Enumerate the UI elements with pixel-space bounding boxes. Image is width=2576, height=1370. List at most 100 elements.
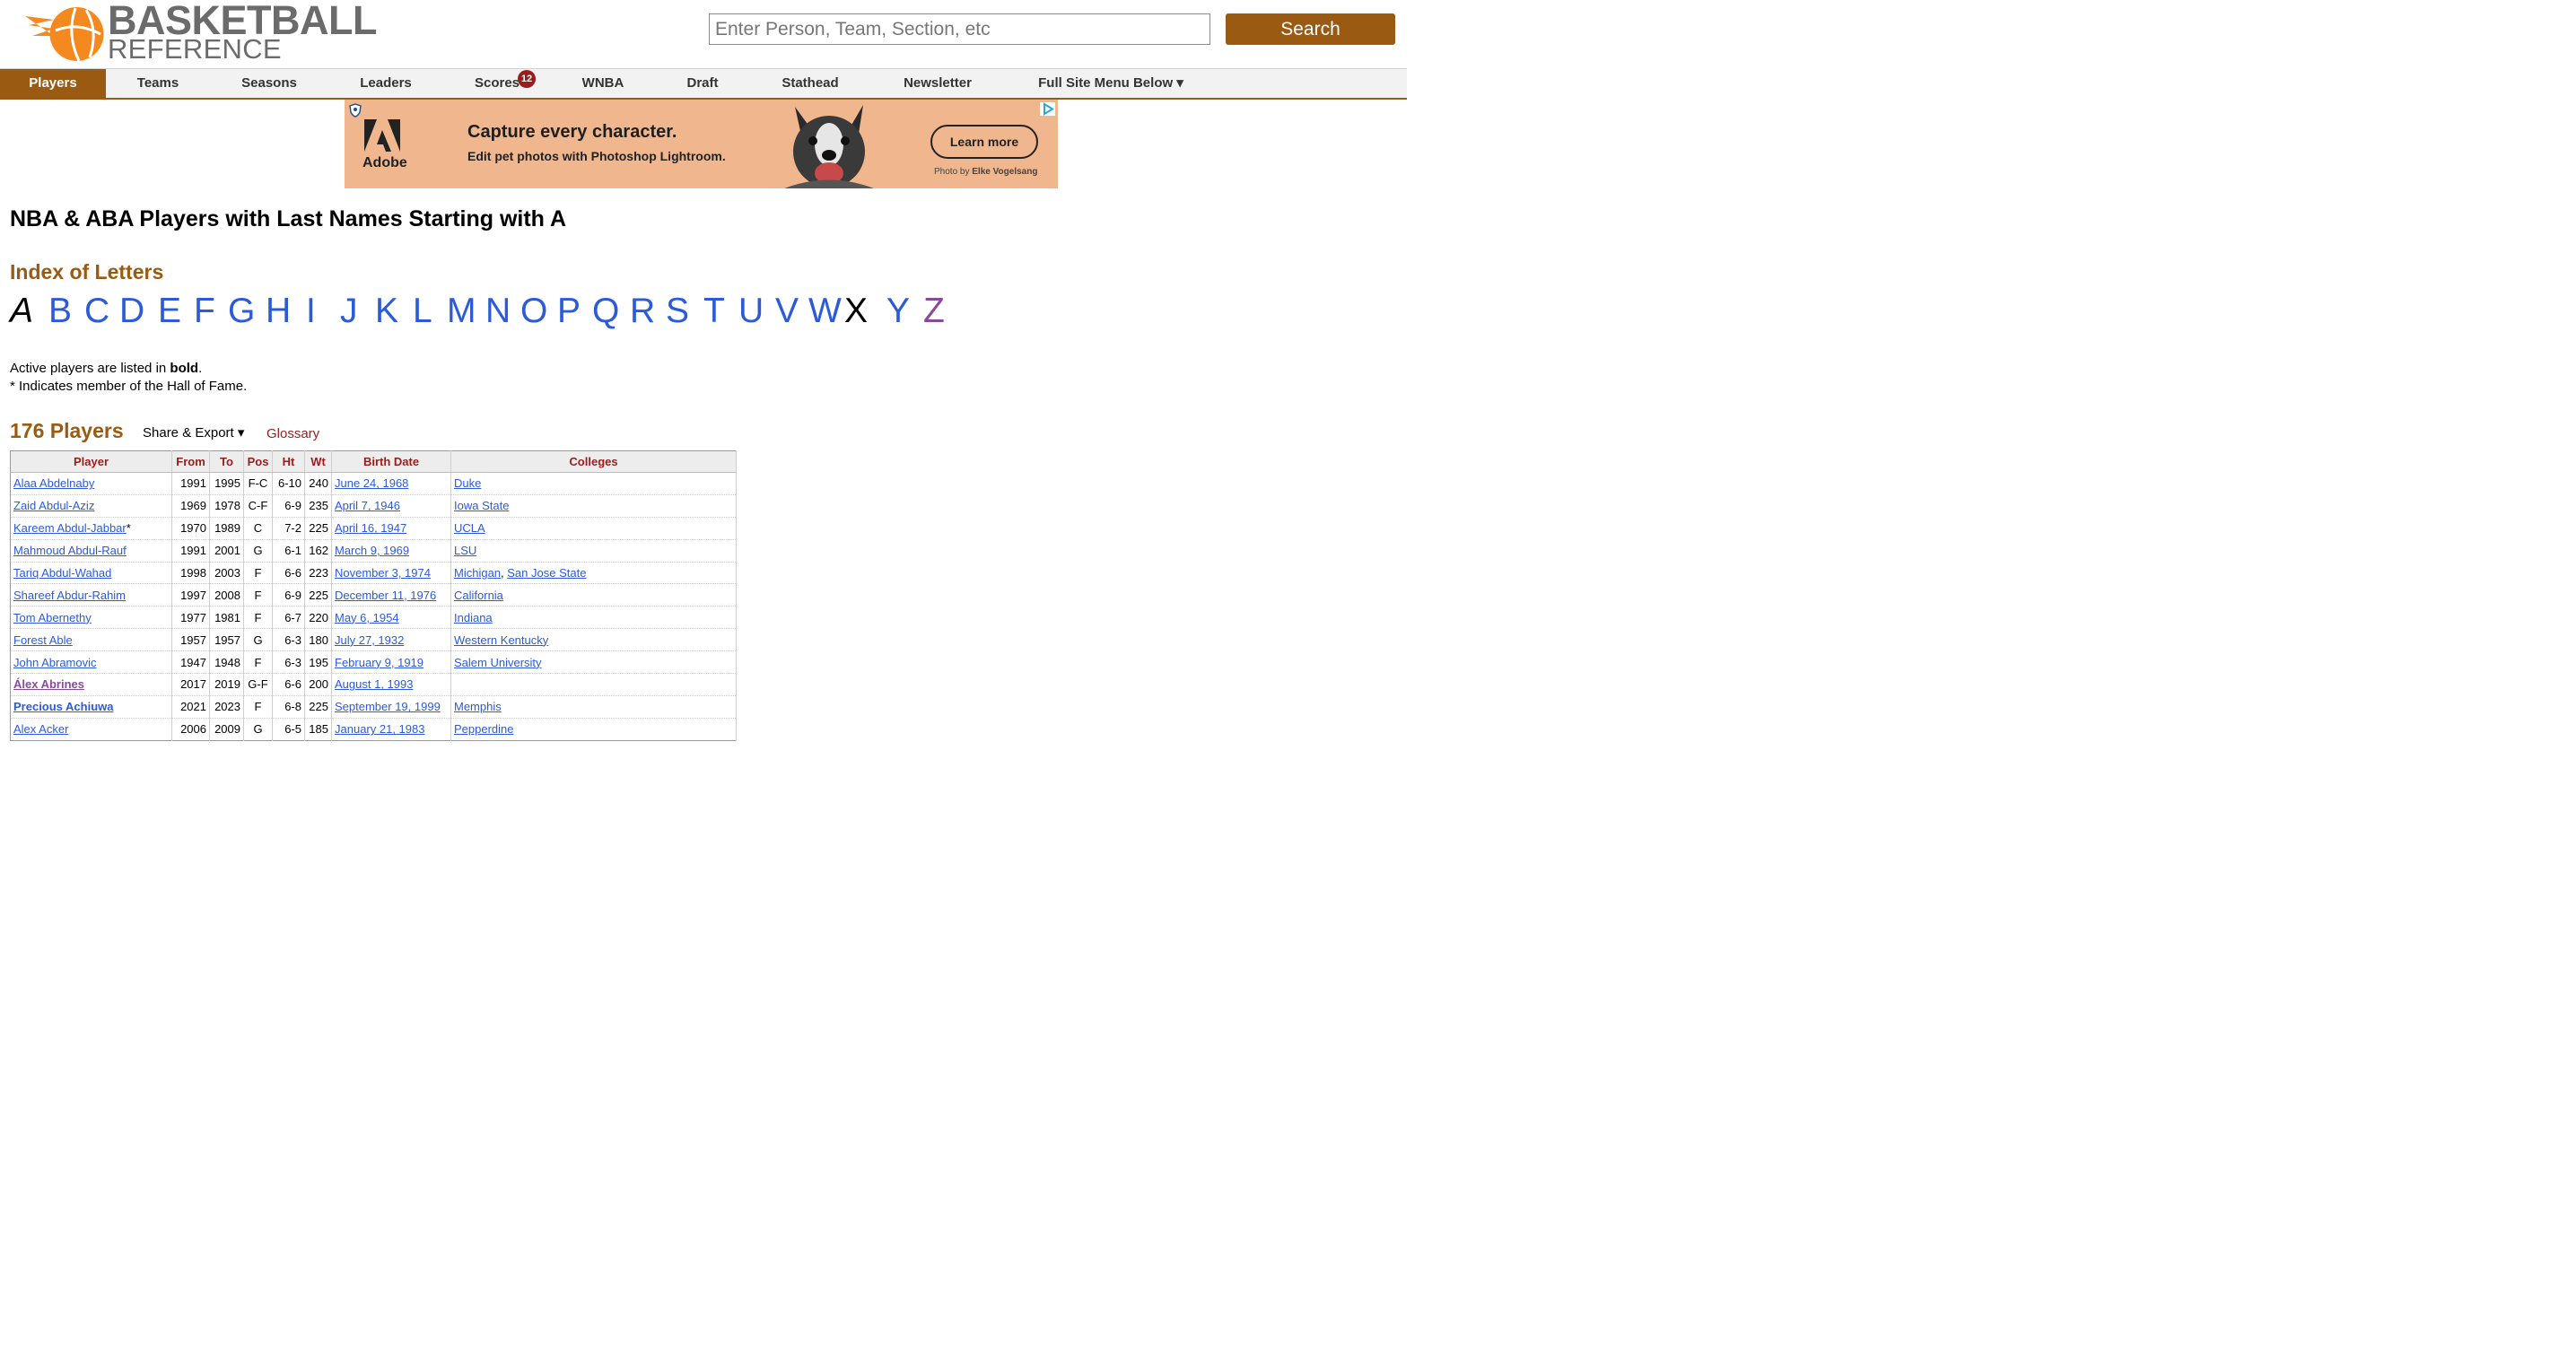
ad-learn-more-button[interactable]: Learn more (930, 125, 1038, 159)
letter-link-o[interactable]: O (520, 292, 547, 331)
letter-link-d[interactable]: D (119, 292, 144, 331)
nav-item-full-site-menu[interactable]: Full Site Menu Below ▾ (1023, 69, 1199, 99)
colleges-cell: Western Kentucky (450, 628, 737, 652)
birth-date-link[interactable]: August 1, 1993 (335, 677, 413, 691)
birth-date-cell: February 9, 1919 (331, 650, 451, 675)
letter-link-h[interactable]: H (266, 292, 291, 331)
share-export-menu[interactable]: Share & Export ▾ (143, 424, 244, 441)
letter-link-c[interactable]: C (84, 292, 109, 331)
letter-link-t[interactable]: T (703, 292, 725, 331)
player-link[interactable]: Precious Achiuwa (13, 700, 114, 713)
site-header: BASKETBALL REFERENCE Search (0, 0, 1407, 68)
letter-link-j[interactable]: J (340, 292, 358, 331)
letter-link-y[interactable]: Y (886, 292, 910, 331)
header-ht[interactable]: Ht (272, 450, 305, 473)
pos-cell: F (243, 562, 273, 585)
letter-link-i[interactable]: I (306, 292, 316, 331)
player-link[interactable]: Forest Able (13, 633, 73, 647)
letter-link-u[interactable]: U (738, 292, 764, 331)
header-wt[interactable]: Wt (304, 450, 332, 473)
letter-link-l[interactable]: L (413, 292, 432, 331)
nav-item-newsletter[interactable]: Newsletter (886, 69, 989, 99)
nav-item-leaders[interactable]: Leaders (332, 69, 440, 99)
nav-item-stathead[interactable]: Stathead (764, 69, 856, 99)
college-link[interactable]: Pepperdine (454, 722, 514, 736)
note-bold: bold (170, 361, 199, 376)
adchoices-play-icon[interactable] (1040, 102, 1055, 116)
wt-cell: 162 (304, 539, 332, 563)
player-link[interactable]: Mahmoud Abdul-Rauf (13, 544, 127, 557)
advertisement-banner[interactable]: Adobe Capture every character. Edit pet … (345, 100, 1058, 188)
birth-date-link[interactable]: December 11, 1976 (335, 589, 436, 602)
player-link[interactable]: Álex Abrines (13, 677, 84, 691)
glossary-link[interactable]: Glossary (266, 426, 319, 441)
nav-item-seasons[interactable]: Seasons (215, 69, 323, 99)
letter-link-p[interactable]: P (557, 292, 581, 331)
page-title: NBA & ABA Players with Last Names Starti… (10, 206, 567, 231)
header-to[interactable]: To (209, 450, 244, 473)
college-link[interactable]: UCLA (454, 521, 485, 535)
header-from[interactable]: From (171, 450, 210, 473)
college-link[interactable]: Salem University (454, 656, 542, 669)
college-link[interactable]: Iowa State (454, 499, 509, 512)
table-row: Álex Abrines 2017 2019 G-F 6-6 200 August 1, 1… (10, 673, 737, 696)
player-link[interactable]: Alaa Abdelnaby (13, 476, 94, 490)
birth-date-link[interactable]: February 9, 1919 (335, 656, 424, 669)
ad-shield-icon[interactable] (348, 103, 362, 118)
birth-date-link[interactable]: April 7, 1946 (335, 499, 400, 512)
header-pos[interactable]: Pos (243, 450, 273, 473)
letter-link-v[interactable]: V (775, 292, 799, 331)
main-nav: Players Teams Seasons Leaders Scores WNB… (0, 68, 1407, 100)
letter-link-m[interactable]: M (447, 292, 476, 331)
letter-link-s[interactable]: S (666, 292, 689, 331)
player-link[interactable]: Kareem Abdul-Jabbar (13, 521, 127, 535)
player-link[interactable]: Tariq Abdul-Wahad (13, 566, 111, 580)
player-link[interactable]: John Abramovic (13, 656, 97, 669)
letter-link-b[interactable]: B (48, 292, 72, 331)
letter-link-z[interactable]: Z (923, 292, 945, 331)
letter-link-q[interactable]: Q (592, 292, 619, 331)
college-link[interactable]: Memphis (454, 700, 502, 713)
search-input[interactable] (709, 13, 1210, 45)
birth-date-link[interactable]: April 16, 1947 (335, 521, 406, 535)
player-link[interactable]: Shareef Abdur-Rahim (13, 589, 126, 602)
letter-link-f[interactable]: F (194, 292, 215, 331)
letter-link-k[interactable]: K (375, 292, 398, 331)
nav-item-players[interactable]: Players (0, 69, 106, 99)
player-link[interactable]: Zaid Abdul-Aziz (13, 499, 94, 512)
nav-item-teams[interactable]: Teams (106, 69, 210, 99)
college-link[interactable]: San Jose State (507, 566, 586, 580)
birth-date-cell: January 21, 1983 (331, 718, 451, 741)
table-row: Forest Able 1957 1957 G 6-3 180 July 27, 1932 W… (10, 628, 737, 652)
college-link[interactable]: Indiana (454, 611, 493, 624)
header-birth-date[interactable]: Birth Date (331, 450, 451, 473)
birth-date-cell: July 27, 1932 (331, 628, 451, 652)
nav-item-draft[interactable]: Draft (662, 69, 743, 99)
letter-link-g[interactable]: G (228, 292, 255, 331)
header-colleges[interactable]: Colleges (450, 450, 737, 473)
nav-item-wnba[interactable]: WNBA (558, 69, 648, 99)
birth-date-link[interactable]: November 3, 1974 (335, 566, 431, 580)
header-player[interactable]: Player (10, 450, 172, 473)
college-link[interactable]: Michigan (454, 566, 501, 580)
site-logo[interactable]: BASKETBALL REFERENCE (23, 0, 382, 64)
letter-link-e[interactable]: E (158, 292, 181, 331)
player-link[interactable]: Alex Acker (13, 722, 68, 736)
birth-date-link[interactable]: June 24, 1968 (335, 476, 408, 490)
college-link[interactable]: Western Kentucky (454, 633, 548, 647)
birth-date-link[interactable]: September 19, 1999 (335, 700, 441, 713)
letter-link-r[interactable]: R (630, 292, 655, 331)
search-button[interactable]: Search (1226, 13, 1395, 45)
birth-date-link[interactable]: May 6, 1954 (335, 611, 399, 624)
letter-link-n[interactable]: N (485, 292, 511, 331)
college-link[interactable]: California (454, 589, 503, 602)
player-link[interactable]: Tom Abernethy (13, 611, 92, 624)
college-link[interactable]: LSU (454, 544, 476, 557)
birth-date-link[interactable]: March 9, 1969 (335, 544, 409, 557)
letter-link-w[interactable]: W (808, 292, 842, 331)
college-link[interactable]: Duke (454, 476, 481, 490)
player-cell: Alaa Abdelnaby (10, 472, 172, 495)
birth-date-link[interactable]: January 21, 1983 (335, 722, 424, 736)
birth-date-link[interactable]: July 27, 1932 (335, 633, 404, 647)
from-cell: 1998 (171, 562, 210, 585)
